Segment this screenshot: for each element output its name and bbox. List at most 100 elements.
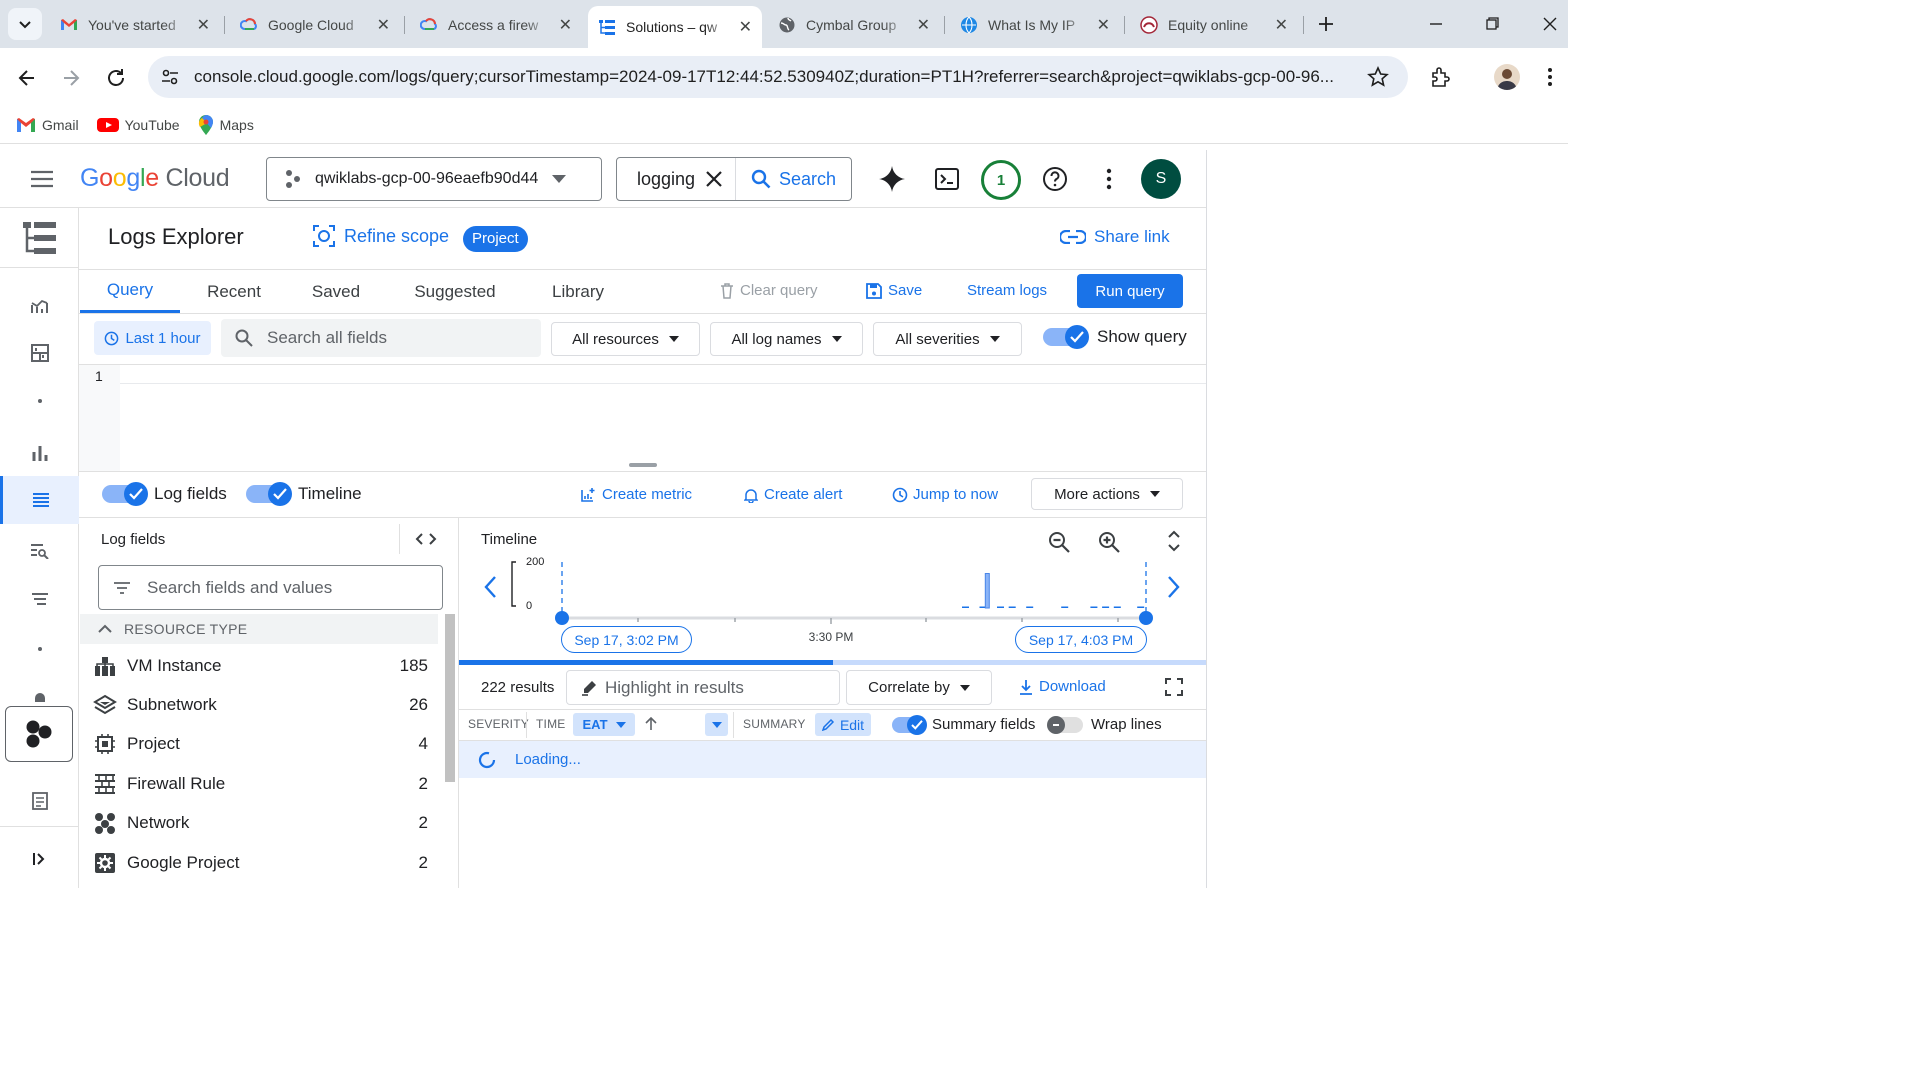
sidebar-metrics[interactable] (0, 290, 79, 320)
cloud-shell-icon[interactable] (934, 166, 960, 192)
timeline-toggle[interactable]: Timeline (246, 482, 362, 506)
all-resources-dropdown[interactable]: All resources (551, 322, 700, 356)
tab-close-icon[interactable]: ✕ (559, 15, 572, 35)
site-info-icon[interactable] (160, 67, 180, 87)
share-link-button[interactable]: Share link (1060, 227, 1170, 247)
sidebar-logging-home[interactable] (0, 208, 79, 268)
tab-close-icon[interactable]: ✕ (739, 17, 752, 37)
new-tab-button[interactable] (1312, 10, 1340, 38)
tab-query[interactable]: Query (80, 270, 180, 313)
more-options-icon[interactable] (1099, 167, 1119, 191)
sidebar-bell[interactable] (0, 688, 79, 702)
back-arrow-icon[interactable] (16, 67, 38, 89)
timeline-bar[interactable] (997, 606, 1004, 609)
panel-scrollbar[interactable] (445, 614, 455, 782)
timeline-bar[interactable] (1090, 606, 1098, 609)
browser-menu-icon[interactable] (1540, 66, 1560, 88)
resource-type-header[interactable]: RESOURCE TYPE (80, 614, 438, 644)
create-alert-button[interactable]: Create alert (744, 486, 842, 503)
timeline-bar[interactable] (1102, 606, 1110, 609)
end-time-chip[interactable]: Sep 17, 4:03 PM (1015, 626, 1147, 653)
account-avatar[interactable]: S (1141, 159, 1181, 199)
summary-fields-toggle[interactable]: Summary fields (892, 714, 1035, 735)
all-severities-dropdown[interactable]: All severities (873, 322, 1022, 356)
google-cloud-logo[interactable]: Google Cloud (80, 164, 230, 193)
sidebar-release-notes[interactable] (0, 786, 79, 816)
correlate-by-dropdown[interactable]: Correlate by (846, 670, 992, 705)
bookmark-star-icon[interactable] (1367, 66, 1389, 88)
forward-arrow-icon[interactable] (60, 67, 82, 89)
sort-ascending-icon[interactable] (645, 717, 657, 731)
zoom-out-icon[interactable] (1047, 530, 1071, 554)
browser-tab[interactable]: Google Cloud ✕ (230, 8, 400, 42)
project-picker[interactable]: qwiklabs-gcp-00-96eaefb90d44 (266, 157, 602, 201)
jump-to-now-button[interactable]: Jump to now (892, 486, 998, 503)
col-summary[interactable]: SUMMARY (743, 717, 806, 731)
resource-type-item[interactable]: Subnetwork 26 (80, 685, 440, 724)
collapse-expand-icon[interactable] (1167, 530, 1181, 552)
bookmark-maps[interactable]: Maps (198, 114, 254, 135)
browser-tab-active[interactable]: Solutions – qw ✕ (588, 6, 762, 48)
refine-scope-button[interactable]: Refine scope (312, 224, 449, 248)
save-button[interactable]: Save (866, 282, 922, 299)
wrap-lines-toggle[interactable]: Wrap lines (1047, 715, 1162, 734)
edit-summary-button[interactable]: Edit (815, 713, 871, 736)
time-range-button[interactable]: Last 1 hour (94, 321, 211, 355)
search-all-fields-box[interactable]: Search all fields (221, 319, 541, 357)
stream-logs-button[interactable]: Stream logs (967, 282, 1047, 299)
resource-type-item[interactable]: Firewall Rule 2 (80, 764, 440, 803)
sidebar-analytics[interactable] (0, 438, 79, 468)
tab-library[interactable]: Library (538, 270, 618, 313)
fullscreen-icon[interactable] (1165, 678, 1183, 696)
sidebar-logs-explorer[interactable] (0, 476, 79, 524)
zoom-in-icon[interactable] (1097, 530, 1121, 554)
show-query-toggle[interactable]: Show query (1043, 325, 1187, 349)
gemini-sparkle-icon[interactable] (878, 165, 906, 193)
tab-search-button[interactable] (8, 8, 42, 40)
start-time-chip[interactable]: Sep 17, 3:02 PM (561, 626, 692, 653)
tab-recent[interactable]: Recent (190, 270, 278, 313)
create-metric-button[interactable]: Create metric (580, 486, 692, 503)
highlight-in-results-input[interactable]: Highlight in results (566, 670, 840, 705)
clear-search-icon[interactable] (705, 170, 723, 188)
log-fields-toggle[interactable]: Log fields (102, 482, 227, 506)
hamburger-menu-icon[interactable] (30, 170, 54, 188)
notifications-badge[interactable]: 1 (981, 160, 1021, 200)
tab-close-icon[interactable]: ✕ (377, 15, 390, 35)
browser-tab[interactable]: Cymbal Group ✕ (768, 8, 940, 42)
query-editor[interactable]: 1 (79, 364, 1206, 472)
timeline-bar[interactable] (962, 606, 969, 609)
tab-close-icon[interactable]: ✕ (917, 15, 930, 35)
resource-type-item[interactable]: Project 4 (80, 724, 440, 763)
clear-query-button[interactable]: Clear query (720, 282, 818, 299)
timeline-bar[interactable] (1026, 606, 1034, 609)
close-window-button[interactable] (1538, 14, 1562, 34)
timeline-bar[interactable] (1137, 606, 1145, 609)
range-end-handle[interactable] (1139, 611, 1153, 625)
address-bar[interactable]: console.cloud.google.com/logs/query;curs… (148, 56, 1408, 98)
editor-resize-handle[interactable] (629, 463, 657, 467)
browser-tab[interactable]: What Is My IP ✕ (950, 8, 1120, 42)
timeline-prev-icon[interactable] (483, 575, 497, 599)
extensions-icon[interactable] (1429, 65, 1453, 89)
all-log-names-dropdown[interactable]: All log names (710, 322, 863, 356)
resource-type-item[interactable]: VM Instance 185 (80, 646, 440, 685)
sidebar-log-search[interactable] (0, 536, 79, 566)
search-button[interactable]: Search (735, 158, 851, 200)
browser-tab[interactable]: Equity online ✕ (1130, 8, 1298, 42)
tab-close-icon[interactable]: ✕ (1097, 15, 1110, 35)
reload-icon[interactable] (105, 67, 127, 89)
browser-tab[interactable]: Access a firew ✕ (410, 8, 582, 42)
more-actions-dropdown[interactable]: More actions (1031, 478, 1183, 510)
sidebar-expand[interactable] (0, 844, 79, 874)
download-button[interactable]: Download (1019, 678, 1106, 695)
col-severity[interactable]: SEVERITY (468, 717, 529, 731)
sidebar-network-button[interactable] (5, 706, 73, 762)
bookmark-gmail[interactable]: Gmail (16, 117, 79, 133)
timezone-dropdown[interactable]: EAT (573, 713, 635, 736)
restore-button[interactable] (1480, 14, 1504, 34)
sidebar-log-router[interactable] (0, 584, 79, 614)
bookmark-youtube[interactable]: YouTube (96, 117, 180, 133)
search-input[interactable]: logging (637, 169, 707, 190)
minimize-button[interactable] (1424, 14, 1448, 34)
